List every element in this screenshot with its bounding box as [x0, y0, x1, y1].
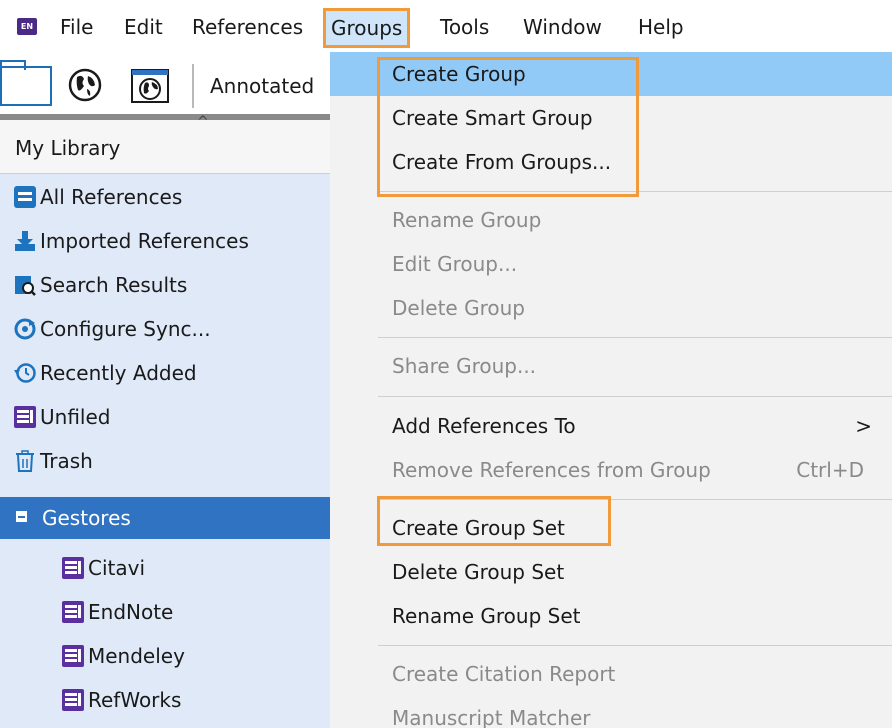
sidebar-item-label: Imported References: [40, 229, 249, 253]
menu-item-label: Create From Groups...: [392, 150, 612, 174]
group-item-mendeley[interactable]: Mendeley: [62, 641, 185, 671]
globe-icon[interactable]: [68, 68, 102, 102]
library-header[interactable]: My Library: [0, 120, 330, 174]
menu-item-label: Delete Group: [392, 296, 525, 320]
sidebar-item-recently-added[interactable]: Recently Added: [14, 358, 197, 388]
clock-icon: [14, 363, 36, 383]
toolbar-separator: [192, 64, 194, 108]
menu-item-create-from-groups[interactable]: Create From Groups...: [330, 140, 892, 184]
group-item-citavi[interactable]: Citavi: [62, 553, 145, 583]
library-title: My Library: [15, 136, 121, 160]
group-icon: [62, 645, 84, 667]
group-item-refworks[interactable]: RefWorks: [62, 685, 181, 715]
endnote-app-icon: EN: [17, 18, 37, 35]
menu-item-create-group[interactable]: Create Group: [330, 52, 892, 96]
toolbar: Annotated: [0, 52, 330, 114]
unfiled-icon: [14, 406, 36, 428]
menu-bar: EN File Edit References Groups Tools Win…: [0, 0, 892, 52]
menu-help[interactable]: Help: [638, 13, 684, 41]
all-references-icon: [14, 186, 36, 208]
sidebar-item-trash[interactable]: Trash: [14, 446, 93, 476]
sidebar-item-all-references[interactable]: All References: [14, 182, 182, 212]
sidebar-item-label: Trash: [40, 449, 93, 473]
menu-file[interactable]: File: [60, 13, 93, 41]
trash-icon: [16, 450, 34, 472]
menu-separator: [378, 499, 892, 500]
sidebar-item-label: Configure Sync...: [40, 317, 211, 341]
menu-item-add-references-to[interactable]: Add References To >: [330, 404, 892, 448]
group-label: EndNote: [88, 600, 174, 624]
menu-item-delete-group[interactable]: Delete Group: [330, 286, 892, 330]
menu-item-label: Create Group: [392, 62, 526, 86]
menu-item-rename-group[interactable]: Rename Group: [330, 198, 892, 242]
menu-item-label: Create Citation Report: [392, 662, 616, 686]
menu-item-label: Delete Group Set: [392, 560, 565, 584]
group-icon: [62, 601, 84, 623]
menu-tools[interactable]: Tools: [440, 13, 489, 41]
menu-item-label: Edit Group...: [392, 252, 518, 276]
menu-item-share-group[interactable]: Share Group...: [330, 344, 892, 388]
group-icon: [62, 689, 84, 711]
menu-references[interactable]: References: [192, 13, 303, 41]
sidebar-item-unfiled[interactable]: Unfiled: [14, 402, 110, 432]
annotated-style-label[interactable]: Annotated: [210, 72, 314, 100]
menu-item-create-group-set[interactable]: Create Group Set: [330, 506, 892, 550]
menu-separator: [378, 396, 892, 397]
menu-item-create-citation-report[interactable]: Create Citation Report: [330, 652, 892, 696]
menu-window[interactable]: Window: [523, 13, 602, 41]
menu-edit[interactable]: Edit: [124, 13, 163, 41]
group-set-gestores[interactable]: Gestores: [0, 497, 330, 539]
menu-item-label: Add References To: [392, 414, 576, 438]
sidebar-item-label: Unfiled: [40, 405, 111, 429]
search-results-icon: [15, 276, 36, 296]
library-sidebar: ^ My Library All References Imported Ref…: [0, 114, 330, 728]
sidebar-item-imported-references[interactable]: Imported References: [14, 226, 249, 256]
menu-item-label: Rename Group Set: [392, 604, 581, 628]
shortcut-label: Ctrl+D: [796, 458, 864, 482]
menu-item-label: Rename Group: [392, 208, 542, 232]
submenu-arrow-icon: >: [855, 414, 872, 438]
menu-item-remove-references-from-group[interactable]: Remove References from Group Ctrl+D: [330, 448, 892, 492]
group-set-label: Gestores: [42, 506, 131, 530]
folder-icon[interactable]: [0, 60, 52, 106]
menu-separator: [378, 645, 892, 646]
group-label: RefWorks: [88, 688, 182, 712]
sidebar-item-label: Recently Added: [40, 361, 197, 385]
collapse-icon[interactable]: [16, 511, 27, 522]
group-label: Citavi: [88, 556, 146, 580]
menu-item-label: Remove References from Group: [392, 458, 711, 482]
menu-separator: [378, 337, 892, 338]
group-item-endnote[interactable]: EndNote: [62, 597, 173, 627]
menu-item-delete-group-set[interactable]: Delete Group Set: [330, 550, 892, 594]
groups-dropdown-menu: Create Group Create Smart Group Create F…: [330, 52, 892, 728]
menu-item-label: Create Group Set: [392, 516, 565, 540]
sidebar-item-search-results[interactable]: Search Results: [14, 270, 187, 300]
import-icon: [15, 231, 35, 251]
menu-item-edit-group[interactable]: Edit Group...: [330, 242, 892, 286]
sync-icon: [14, 318, 36, 340]
menu-item-label: Create Smart Group: [392, 106, 593, 130]
menu-separator: [378, 191, 892, 192]
sidebar-item-label: All References: [40, 185, 183, 209]
group-label: Mendeley: [88, 644, 185, 668]
menu-item-label: Manuscript Matcher: [392, 706, 591, 728]
menu-item-manuscript-matcher[interactable]: Manuscript Matcher: [330, 696, 892, 728]
globe-window-icon[interactable]: [130, 66, 170, 106]
sidebar-item-configure-sync[interactable]: Configure Sync...: [14, 314, 211, 344]
menu-groups[interactable]: Groups: [323, 8, 411, 48]
menu-item-rename-group-set[interactable]: Rename Group Set: [330, 594, 892, 638]
sidebar-item-label: Search Results: [40, 273, 188, 297]
group-icon: [62, 557, 84, 579]
menu-item-create-smart-group[interactable]: Create Smart Group: [330, 96, 892, 140]
menu-item-label: Share Group...: [392, 354, 537, 378]
